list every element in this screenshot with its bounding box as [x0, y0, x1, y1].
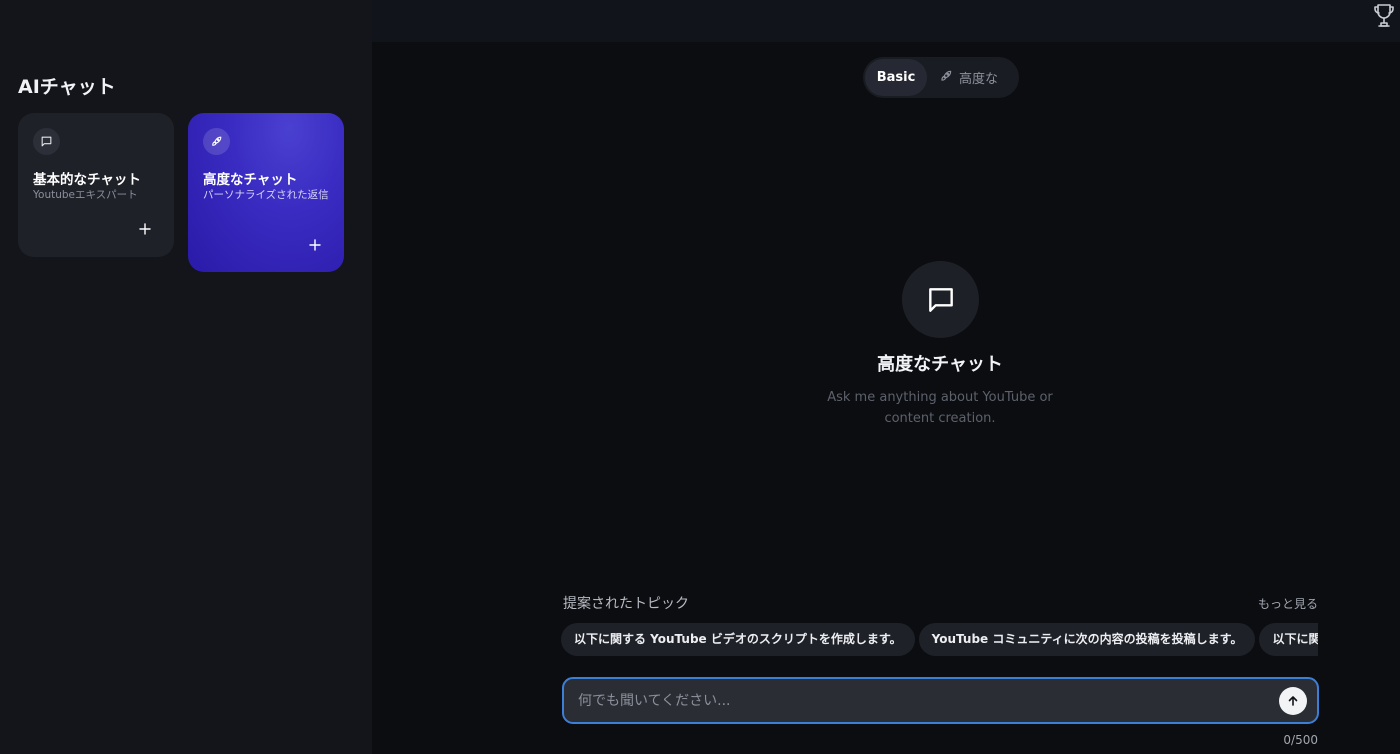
- advanced-chat-card[interactable]: 高度なチャット パーソナライズされた返信: [188, 113, 344, 272]
- mode-advanced-button[interactable]: 高度な: [939, 59, 998, 96]
- card-title: 基本的なチャット: [33, 172, 141, 188]
- send-button[interactable]: [1279, 687, 1307, 715]
- empty-state-title: 高度なチャット: [877, 354, 1003, 375]
- chat-input[interactable]: [578, 679, 1258, 722]
- sidebar: AIチャット 基本的なチャット Youtubeエキスパート 高度なチャット パー…: [0, 0, 372, 754]
- rocket-icon: [203, 128, 230, 155]
- rocket-icon: [939, 69, 953, 87]
- topic-chips: 以下に関する YouTube ビデオのスクリプトを作成します。 YouTube コ…: [561, 623, 1318, 657]
- char-count: 0/500: [1283, 733, 1318, 747]
- trophy-icon[interactable]: [1372, 2, 1396, 30]
- sidebar-title: AIチャット: [18, 76, 116, 98]
- message-square-icon: [902, 261, 979, 338]
- plus-icon[interactable]: [138, 221, 152, 235]
- topic-chip[interactable]: 以下に関する YouTube ビデオのタイトルを作成します。: [1259, 623, 1318, 656]
- plus-icon[interactable]: [308, 237, 322, 251]
- mode-advanced-label: 高度な: [959, 72, 999, 87]
- mode-basic-button[interactable]: Basic: [865, 59, 927, 96]
- chat-input-box: [562, 677, 1319, 724]
- arrow-up-icon: [1287, 692, 1299, 711]
- message-square-icon: [33, 128, 60, 155]
- topic-chip[interactable]: YouTube コミュニティに次の内容の投稿を投稿します。: [918, 623, 1256, 656]
- basic-chat-card[interactable]: 基本的なチャット Youtubeエキスパート: [18, 113, 174, 257]
- empty-state-subtitle: Ask me anything about YouTube or content…: [827, 390, 1053, 426]
- card-title: 高度なチャット: [203, 172, 298, 188]
- see-more-link[interactable]: もっと見る: [1258, 595, 1318, 612]
- card-subtitle: Youtubeエキスパート: [33, 189, 138, 201]
- card-subtitle: パーソナライズされた返信: [203, 189, 329, 201]
- suggested-topics-label: 提案されたトピック: [563, 596, 689, 612]
- mode-toggle: Basic 高度な: [863, 57, 1019, 98]
- topic-chip[interactable]: 以下に関する YouTube ビデオのスクリプトを作成します。: [561, 623, 915, 656]
